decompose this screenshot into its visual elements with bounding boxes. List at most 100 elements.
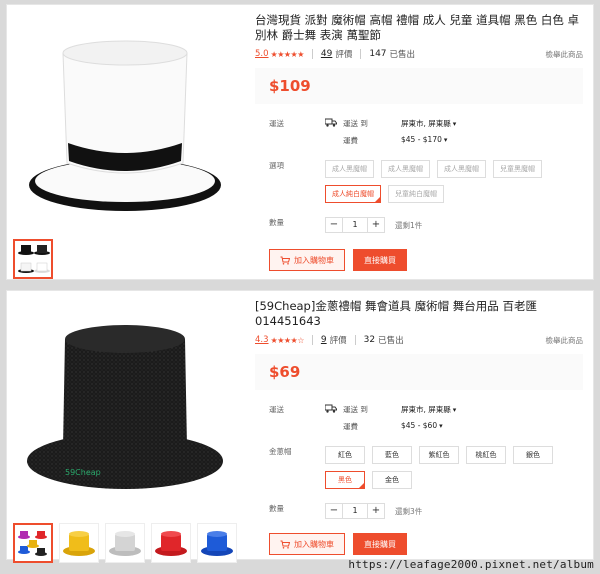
increment-button[interactable]: + [368,504,384,518]
chevron-down-icon: ▾ [452,406,457,414]
ship-fee-value[interactable]: $45 - $170 ▾ [401,135,447,146]
rating-stars-icon: ★★★★★ [270,49,305,59]
shipping-details: 運送 到 屏東市, 屏東縣 ▾ 運費 $45 - $60 ▾ [343,404,456,432]
product-info: 台灣現貨 派對 魔術帽 高帽 禮帽 成人 兒童 道具帽 黑色 白色 卓別林 爵士… [255,13,583,271]
product-title: [59Cheap]金蔥禮帽 舞會道具 魔術帽 舞台用品 百老匯 01445164… [255,299,537,328]
product-info: [59Cheap]金蔥禮帽 舞會道具 魔術帽 舞台用品 百老匯 01445164… [255,299,583,555]
rating-value[interactable]: 5.0 [255,49,269,59]
sold-label: 已售出 [389,50,416,60]
truck-icon [324,118,337,127]
sold-label: 已售出 [378,336,404,346]
variant-option[interactable]: 紅色 [325,446,365,464]
blue-hat-icon [201,531,233,556]
watermark-url: https://leafage2000.pixnet.net/album [348,558,594,571]
add-to-cart-button[interactable]: 加入購物車 [269,249,345,271]
add-to-cart-button[interactable]: 加入購物車 [269,533,345,555]
review-count[interactable]: 9 [321,335,327,345]
quantity-stepper: − 1 + 還剩3件 [325,503,422,519]
buy-now-button[interactable]: 直接購買 [353,533,407,555]
chevron-down-icon: ▾ [443,136,448,144]
variant-option-selected[interactable]: 黑色 [325,471,365,489]
price-box: $69 [255,354,583,390]
shipping-label: 運送 [269,119,284,128]
report-link[interactable]: 檢舉此商品 [546,49,584,60]
ship-to-value[interactable]: 屏東市, 屏東縣 ▾ [401,404,456,415]
thumbnail-5[interactable] [197,523,237,563]
divider [360,49,362,59]
quantity-box: − 1 + [325,217,385,233]
chevron-down-icon: ▾ [439,422,443,430]
product-meta: 5.0 ★★★★★ 49 評價 147 已售出 檢舉此商品 [255,48,583,60]
increment-button[interactable]: + [368,218,384,232]
report-link[interactable]: 檢舉此商品 [546,335,584,346]
add-to-cart-label: 加入購物車 [294,539,334,549]
cart-icon [280,256,290,265]
thumbnail-4[interactable] [151,523,191,563]
action-buttons: 加入購物車 直接購買 [269,533,583,555]
black-glitter-top-hat-image: 59Cheap [27,325,223,489]
sold-count: 147 [369,49,387,59]
rating-value[interactable]: 4.3 [255,335,269,345]
thumbnail-strip [13,523,237,563]
variant-option[interactable]: 紫紅色 [419,446,459,464]
chevron-down-icon: ▾ [452,120,457,128]
stock-text: 還剩3件 [395,506,423,516]
thumbnail-1[interactable] [13,239,53,279]
variant-option[interactable]: 金色 [372,471,412,489]
quantity-row: 數量 − 1 + 還剩3件 [269,503,583,519]
thumbnail-2[interactable] [59,523,99,563]
quantity-box: − 1 + [325,503,385,519]
shipping-row: 運送 運送 到 屏東市, 屏東縣 ▾ 運費 $45 - $170 ▾ [269,118,583,146]
product-main-image[interactable]: 59Cheap [15,299,235,509]
ship-fee-line: 運費 $45 - $60 ▾ [343,421,456,432]
variant-option[interactable]: 成人黑魔帽 [381,160,430,178]
variant-options: 紅色 藍色 紫紅色 桃紅色 銀色 黑色 金色 [325,446,565,489]
quantity-label: 數量 [269,218,284,227]
decrement-button[interactable]: − [326,218,342,232]
rating-stars-icon: ★★★★☆ [270,335,305,345]
variant-option[interactable]: 兒童純白魔帽 [388,185,444,203]
thumbnail-1[interactable] [13,523,53,563]
stock-text: 還剩1件 [395,220,423,230]
ship-to-label: 運送 到 [343,119,368,128]
quantity-input[interactable]: 1 [342,504,368,518]
quantity-input[interactable]: 1 [342,218,368,232]
price: $69 [269,363,301,381]
shipping-details: 運送 到 屏東市, 屏東縣 ▾ 運費 $45 - $170 ▾ [343,118,456,146]
variant-row: 金蔥帽 紅色 藍色 紫紅色 桃紅色 銀色 黑色 金色 [269,446,583,489]
product-title: 台灣現貨 派對 魔術帽 高帽 禮帽 成人 兒童 道具帽 黑色 白色 卓別林 爵士… [255,13,580,42]
ship-fee-line: 運費 $45 - $170 ▾ [343,135,456,146]
decrement-button[interactable]: − [326,504,342,518]
buy-now-button[interactable]: 直接購買 [353,249,407,271]
gold-hat-icon [63,531,95,556]
silver-hat-icon [109,531,141,556]
quantity-label: 數量 [269,504,284,513]
truck-icon [324,404,337,413]
variant-option[interactable]: 銀色 [513,446,553,464]
ship-fee-value[interactable]: $45 - $60 ▾ [401,421,443,432]
ship-to-value[interactable]: 屏東市, 屏東縣 ▾ [401,118,456,129]
ship-to-line: 運送 到 屏東市, 屏東縣 ▾ [343,118,456,129]
quantity-row: 數量 − 1 + 還剩1件 [269,217,583,233]
variant-option[interactable]: 桃紅色 [466,446,506,464]
variant-option[interactable]: 藍色 [372,446,412,464]
review-count[interactable]: 49 [321,49,332,59]
variant-option-selected[interactable]: 成人純白魔帽 [325,185,381,203]
shipping-label: 運送 [269,405,284,414]
divider [354,335,356,345]
product-panel-1: 台灣現貨 派對 魔術帽 高帽 禮帽 成人 兒童 道具帽 黑色 白色 卓別林 爵士… [6,4,594,280]
variant-option[interactable]: 成人黑魔帽 [325,160,374,178]
ship-fee-text: $45 - $60 [401,421,438,430]
variant-options: 成人黑魔帽 成人黑魔帽 成人黑魔帽 兒童黑魔帽 成人純白魔帽 兒童純白魔帽 [325,160,583,203]
variant-label: 選項 [269,161,284,170]
ship-to-label: 運送 到 [343,405,368,414]
variant-option[interactable]: 兒童黑魔帽 [493,160,542,178]
thumbnail-3[interactable] [105,523,145,563]
divider [311,335,313,345]
ship-fee-label: 運費 [343,422,358,431]
ship-to-line: 運送 到 屏東市, 屏東縣 ▾ [343,404,456,415]
variant-option[interactable]: 成人黑魔帽 [437,160,486,178]
multi-color-hats-icon [18,531,47,556]
action-buttons: 加入購物車 直接購買 [269,249,583,271]
product-main-image[interactable] [15,13,235,223]
